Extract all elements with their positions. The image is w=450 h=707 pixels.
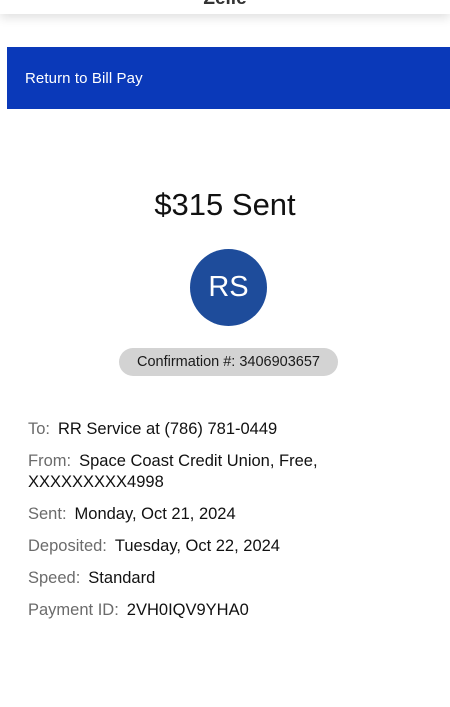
avatar-initials: RS	[208, 271, 249, 303]
from-value: Space Coast Credit Union, Free, XXXXXXXX…	[28, 452, 318, 491]
return-bar: Return to Bill Pay	[7, 47, 450, 109]
detail-row-speed: Speed: Standard	[28, 568, 428, 589]
to-label: To:	[28, 420, 51, 438]
detail-row-to: To: RR Service at (786) 781-0449	[28, 419, 428, 440]
app-title: Zelle	[0, 0, 450, 10]
deposited-label: Deposited:	[28, 537, 107, 555]
speed-value: Standard	[88, 569, 156, 587]
speed-label: Speed:	[28, 569, 81, 587]
return-to-bill-pay-link[interactable]: Return to Bill Pay	[25, 70, 143, 87]
confirmation-number: Confirmation #: 3406903657	[137, 354, 320, 370]
top-header: Zelle	[0, 0, 450, 14]
payment-id-label: Payment ID:	[28, 601, 119, 619]
sent-value: Monday, Oct 21, 2024	[74, 505, 236, 523]
detail-row-sent: Sent: Monday, Oct 21, 2024	[28, 504, 428, 525]
sent-label: Sent:	[28, 505, 67, 523]
detail-row-from: From: Space Coast Credit Union, Free, XXX…	[28, 451, 428, 493]
amount-sent-title: $315 Sent	[154, 187, 296, 222]
recipient-avatar: RS	[190, 249, 267, 326]
payment-id-value: 2VH0IQV9YHA0	[126, 601, 249, 619]
from-label: From:	[28, 452, 72, 470]
to-value: RR Service at (786) 781-0449	[58, 420, 278, 438]
confirmation-badge: Confirmation #: 3406903657	[119, 348, 338, 376]
detail-row-deposited: Deposited: Tuesday, Oct 22, 2024	[28, 536, 428, 557]
detail-row-payment-id: Payment ID: 2VH0IQV9YHA0	[28, 600, 428, 621]
deposited-value: Tuesday, Oct 22, 2024	[114, 537, 280, 555]
payment-details: To: RR Service at (786) 781-0449 From: Spa…	[28, 419, 428, 632]
payment-confirmation-screen: Zelle Return to Bill Pay $315 Sent RS Co…	[0, 0, 450, 707]
